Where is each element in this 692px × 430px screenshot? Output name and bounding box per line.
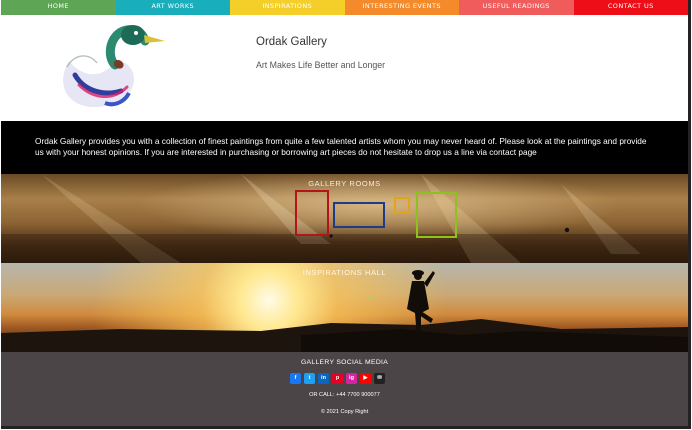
social-media-title: GALLERY SOCIAL MEDIA — [300, 359, 389, 366]
youtube-icon[interactable]: ▶ — [360, 373, 371, 384]
site-footer: GALLERY SOCIAL MEDIA f t in p ig ▶ ✉ OR … — [1, 352, 688, 426]
intro-banner: Ordak Gallery provides you with a collec… — [1, 121, 688, 174]
browser-viewport: HOME ART WORKS INSPIRATIONS INTERESTING … — [1, 0, 691, 429]
nav-home[interactable]: HOME — [1, 0, 116, 15]
inspirations-hall-title: INSPIRATIONS HALL — [302, 268, 387, 277]
site-title: Ordak Gallery — [256, 36, 327, 48]
nav-useful-readings[interactable]: USEFUL READINGS — [459, 0, 574, 15]
instagram-icon[interactable]: ig — [346, 373, 357, 384]
painting-frame-green[interactable] — [416, 192, 457, 238]
nav-contact-us[interactable]: CONTACT US — [573, 0, 688, 15]
phone-contact: OR CALL: +44 7700 900077 — [309, 392, 380, 398]
intro-text: Ordak Gallery provides you with a collec… — [35, 136, 647, 157]
nav-art-works[interactable]: ART WORKS — [115, 0, 230, 15]
social-media-row: f t in p ig ▶ ✉ — [290, 373, 385, 384]
pinterest-icon[interactable]: p — [332, 373, 343, 384]
site-header: Ordak Gallery Art Makes Life Better and … — [1, 15, 688, 121]
site-tagline: Art Makes Life Better and Longer — [256, 60, 386, 70]
duck-logo-icon[interactable] — [49, 17, 179, 117]
twitter-icon[interactable]: t — [304, 373, 315, 384]
painting-frame-blue[interactable] — [333, 202, 385, 228]
painting-frame-red[interactable] — [295, 190, 329, 236]
nav-interesting-events[interactable]: INTERESTING EVENTS — [344, 0, 459, 15]
facebook-icon[interactable]: f — [290, 373, 301, 384]
email-icon[interactable]: ✉ — [374, 373, 385, 384]
top-nav: HOME ART WORKS INSPIRATIONS INTERESTING … — [1, 0, 688, 15]
linkedin-icon[interactable]: in — [318, 373, 329, 384]
gallery-rooms-title: GALLERY ROOMS — [308, 179, 381, 188]
painting-frame-orange[interactable] — [394, 197, 410, 214]
nav-inspirations[interactable]: INSPIRATIONS — [230, 0, 345, 15]
inspirations-hall-section[interactable]: INSPIRATIONS HALL — [1, 263, 688, 352]
copyright-text: © 2021 Copy Right — [320, 409, 369, 415]
gallery-rooms-section[interactable]: GALLERY ROOMS — [1, 174, 688, 263]
